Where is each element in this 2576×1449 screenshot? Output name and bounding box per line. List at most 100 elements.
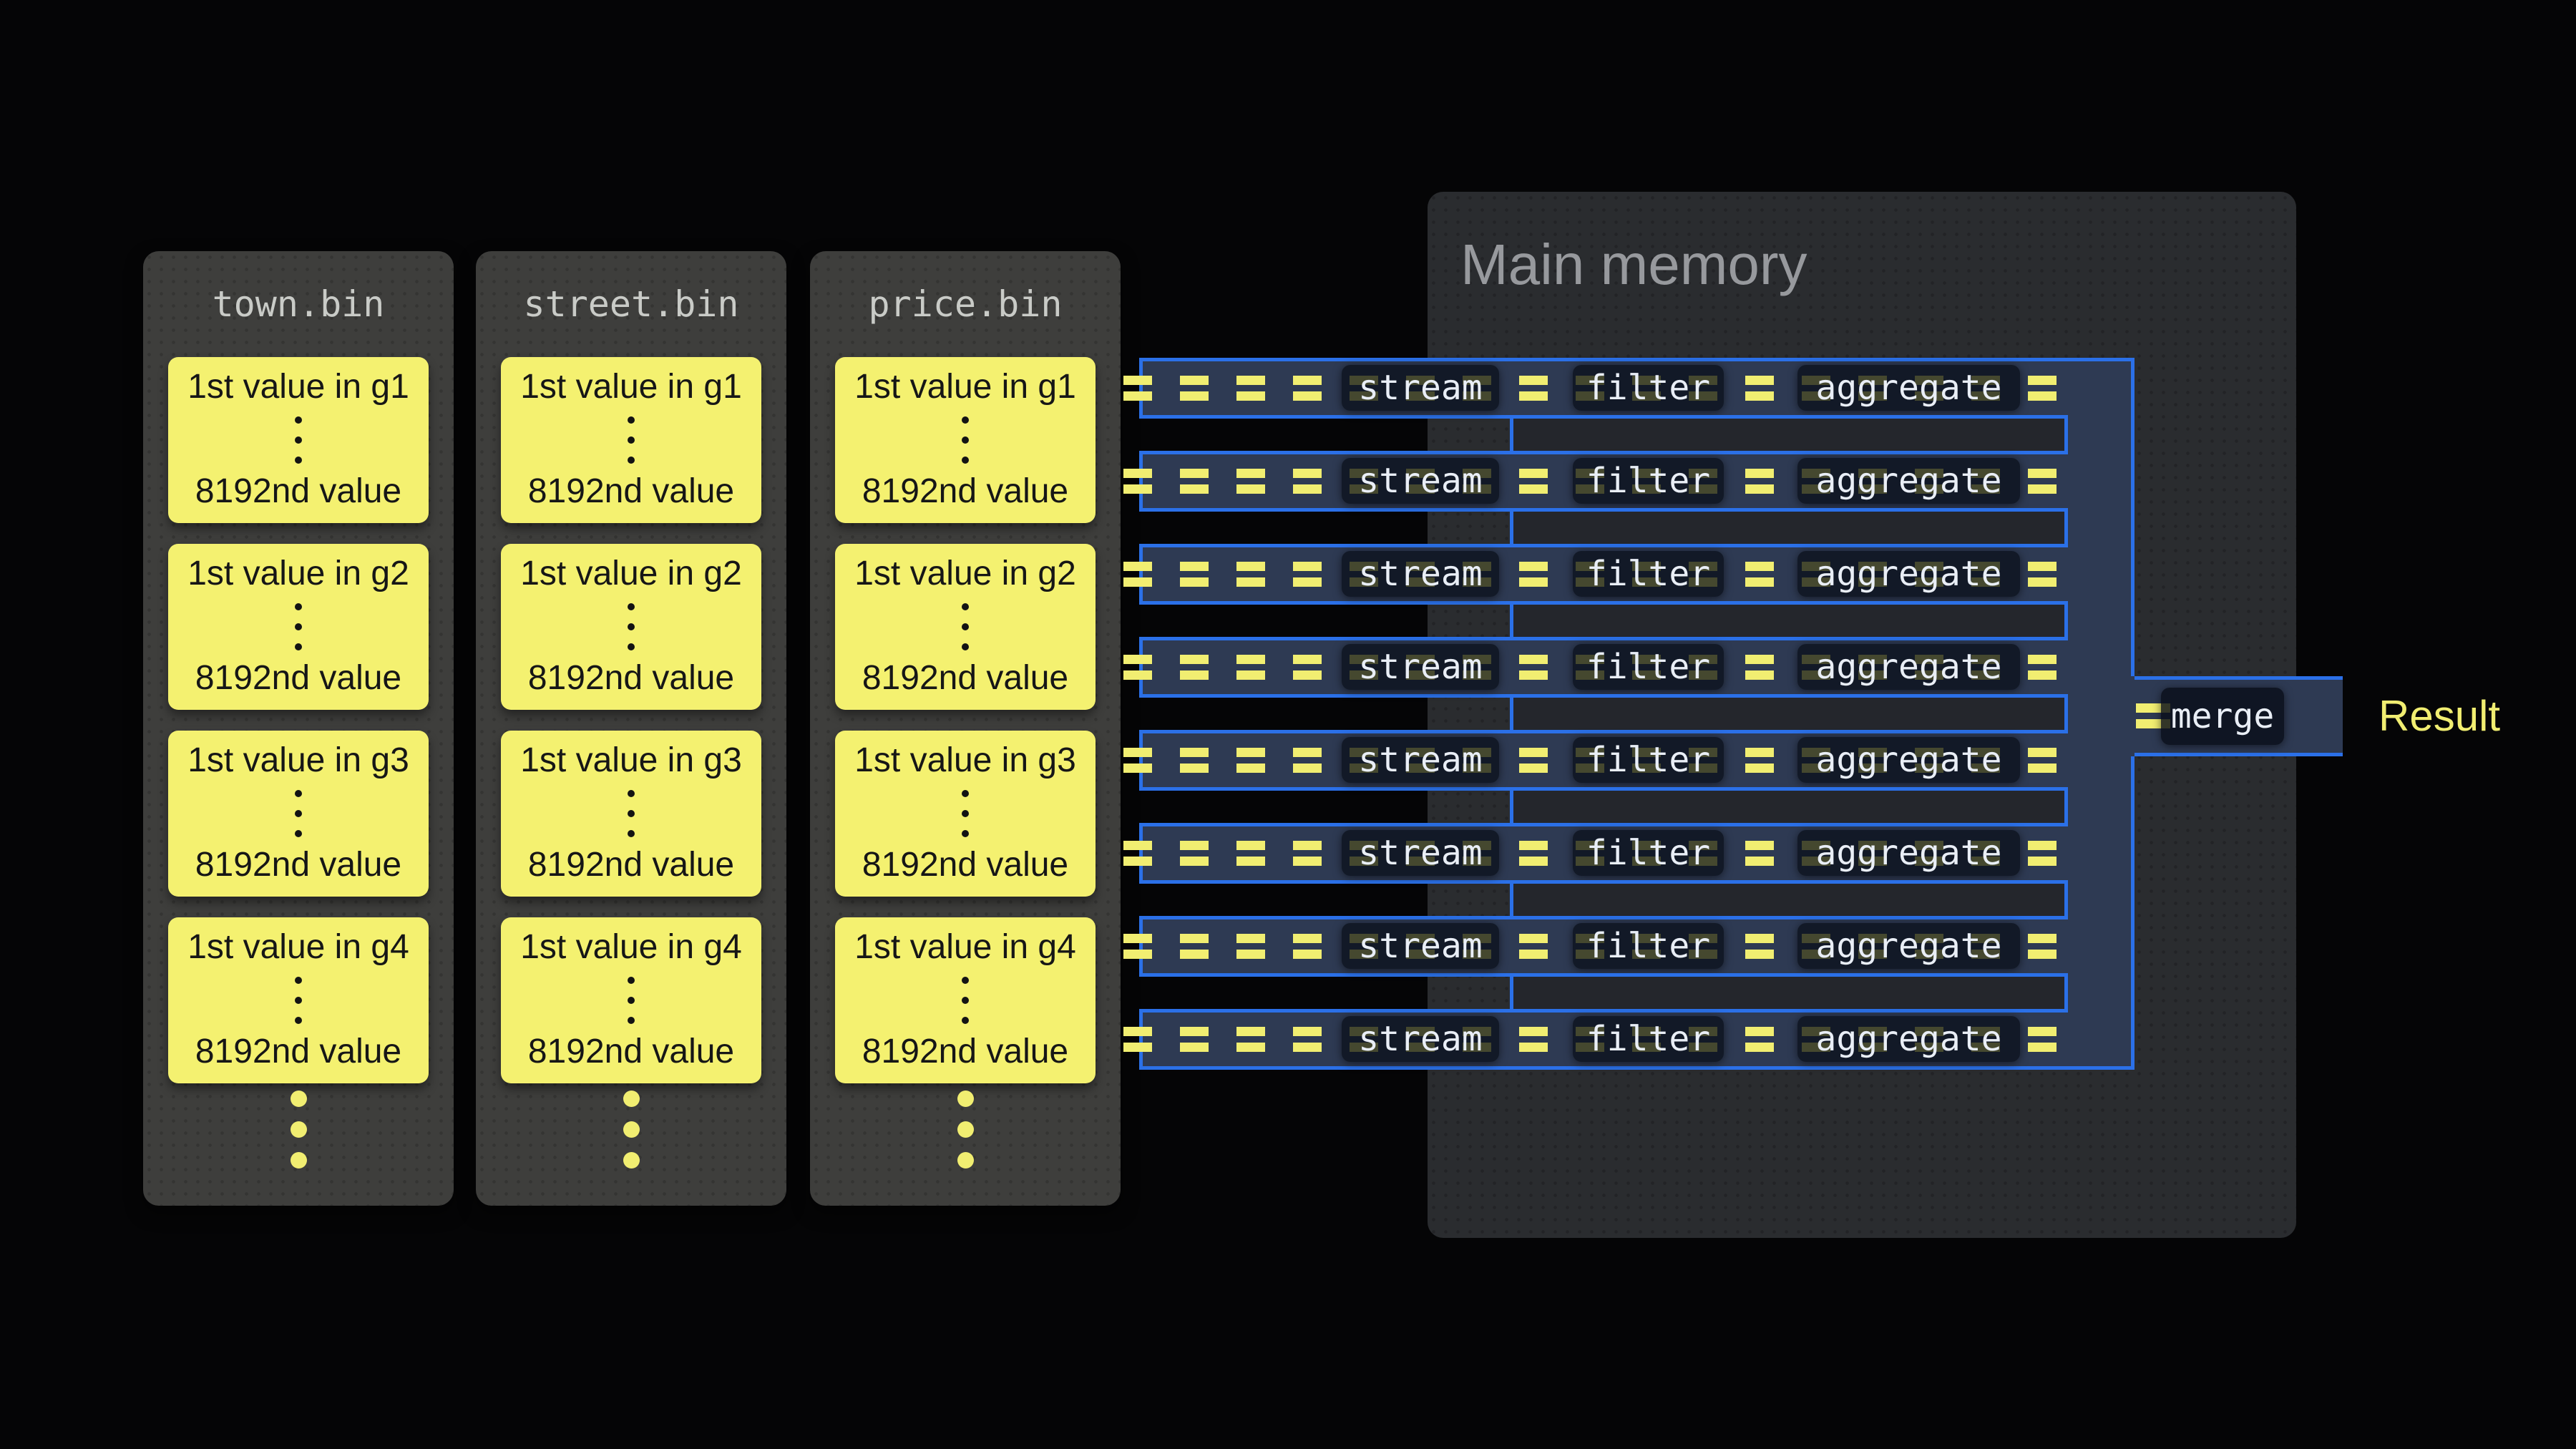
file-panel-title: street.bin	[476, 283, 786, 326]
ellipsis-dot	[628, 830, 635, 837]
ellipsis-dot	[295, 416, 302, 424]
value-block-last: 8192nd value	[168, 844, 429, 887]
more-groups-dot	[291, 1152, 307, 1169]
ellipsis-dot	[295, 457, 302, 464]
ellipsis-dot	[295, 997, 302, 1004]
ellipsis-dot	[962, 977, 969, 984]
file-panel-title: price.bin	[810, 283, 1121, 326]
result-label: Result	[2379, 691, 2500, 741]
stage-box-filter: filter	[1573, 458, 1724, 504]
more-groups-dot	[623, 1121, 640, 1138]
file-panel-price.bin: price.bin1st value in g18192nd value1st …	[810, 251, 1121, 1206]
buffer-slot	[1510, 973, 2068, 1013]
stage-box-stream: stream	[1342, 458, 1499, 504]
stage-box-stream: stream	[1342, 644, 1499, 690]
ellipsis-dot	[295, 643, 302, 650]
ellipsis-dot	[628, 416, 635, 424]
stage-box-filter: filter	[1573, 1016, 1724, 1062]
more-groups-dot	[957, 1121, 974, 1138]
ellipsis-dot	[628, 623, 635, 630]
stage-box-aggregate: aggregate	[1797, 830, 2020, 876]
value-block: 1st value in g28192nd value	[501, 544, 761, 710]
value-block-last: 8192nd value	[168, 470, 429, 513]
more-groups-dot	[291, 1121, 307, 1138]
ellipsis-dot	[628, 977, 635, 984]
stage-box-filter: filter	[1573, 365, 1724, 411]
spine-border-top-segment	[2131, 358, 2135, 676]
ellipsis-dot	[962, 1017, 969, 1024]
ellipsis-dot	[628, 790, 635, 797]
stage-box-aggregate: aggregate	[1797, 365, 2020, 411]
ellipsis-dot	[962, 643, 969, 650]
stage-box-aggregate: aggregate	[1797, 1016, 2020, 1062]
stage-box-stream: stream	[1342, 551, 1499, 597]
ellipsis-dot	[962, 790, 969, 797]
value-block-first: 1st value in g2	[835, 552, 1096, 595]
stage-box-stream: stream	[1342, 737, 1499, 783]
value-block: 1st value in g1 8192nd value	[501, 357, 761, 523]
value-block-last: 8192nd value	[168, 657, 429, 700]
spine-border-bottom-segment	[2131, 756, 2135, 1070]
more-groups-dot	[957, 1091, 974, 1107]
ellipsis-dot	[295, 436, 302, 444]
more-groups-dot	[957, 1152, 974, 1169]
value-block: 1st value in g3 8192nd value	[835, 731, 1096, 897]
ellipsis-dot	[962, 810, 969, 817]
value-block: 1st value in g18192nd value	[168, 357, 429, 523]
value-block: 1st value in g48192nd value	[835, 917, 1096, 1083]
file-panel-street.bin: street.bin1st value in g18192nd value1st…	[476, 251, 786, 1206]
value-block-first: 1st value in g1	[835, 366, 1096, 409]
stage-box-stream: stream	[1342, 365, 1499, 411]
ellipsis-dot	[628, 603, 635, 610]
value-block: 1st value in g48192nd value	[501, 917, 761, 1083]
stage-box-aggregate: aggregate	[1797, 737, 2020, 783]
pipeline-spine	[2068, 358, 2135, 1070]
stage-box-aggregate: aggregate	[1797, 458, 2020, 504]
main-memory-title: Main memory	[1460, 232, 1807, 298]
buffer-slot	[1510, 787, 2068, 826]
file-panel-town.bin: town.bin 1st value in g18192nd value 1st v…	[143, 251, 454, 1206]
buffer-slot	[1510, 601, 2068, 640]
more-groups-dot	[291, 1091, 307, 1107]
buffer-slot	[1510, 508, 2068, 547]
stage-box-filter: filter	[1573, 644, 1724, 690]
value-block-last: 8192nd value	[168, 1030, 429, 1073]
ellipsis-dot	[962, 830, 969, 837]
merge-box: merge	[2161, 688, 2284, 745]
stage-box-filter: filter	[1573, 830, 1724, 876]
value-block-first: 1st value in g2	[501, 552, 761, 595]
buffer-slot	[1510, 415, 2068, 454]
ellipsis-dot	[628, 997, 635, 1004]
stage-box-stream: stream	[1342, 1016, 1499, 1062]
value-block: 1st value in g3 8192nd value	[168, 731, 429, 897]
value-block-first: 1st value in g4	[168, 926, 429, 969]
ellipsis-dot	[295, 790, 302, 797]
value-block-first: 1st value in g3	[501, 739, 761, 782]
ellipsis-dot	[295, 1017, 302, 1024]
buffer-slot	[1510, 880, 2068, 919]
ellipsis-dot	[962, 623, 969, 630]
value-block-first: 1st value in g3	[168, 739, 429, 782]
value-block-last: 8192nd value	[501, 470, 761, 513]
value-block-first: 1st value in g3	[835, 739, 1096, 782]
ellipsis-dot	[628, 457, 635, 464]
value-block: 1st value in g3 8192nd value	[501, 731, 761, 897]
more-groups-dot	[623, 1091, 640, 1107]
value-block-last: 8192nd value	[501, 844, 761, 887]
value-block-first: 1st value in g1	[501, 366, 761, 409]
file-panel-title: town.bin	[143, 283, 454, 326]
ellipsis-dot	[295, 830, 302, 837]
value-block-last: 8192nd value	[835, 470, 1096, 513]
value-block-last: 8192nd value	[835, 844, 1096, 887]
stage-box-stream: stream	[1342, 830, 1499, 876]
value-block: 1st value in g4 8192nd value	[168, 917, 429, 1083]
value-block-last: 8192nd value	[835, 1030, 1096, 1073]
value-block: 1st value in g28192nd value	[168, 544, 429, 710]
ellipsis-dot	[295, 623, 302, 630]
stage-box-filter: filter	[1573, 551, 1724, 597]
ellipsis-dot	[962, 436, 969, 444]
more-groups-dot	[623, 1152, 640, 1169]
value-block: 1st value in g28192nd value	[835, 544, 1096, 710]
ellipsis-dot	[962, 416, 969, 424]
ellipsis-dot	[962, 603, 969, 610]
